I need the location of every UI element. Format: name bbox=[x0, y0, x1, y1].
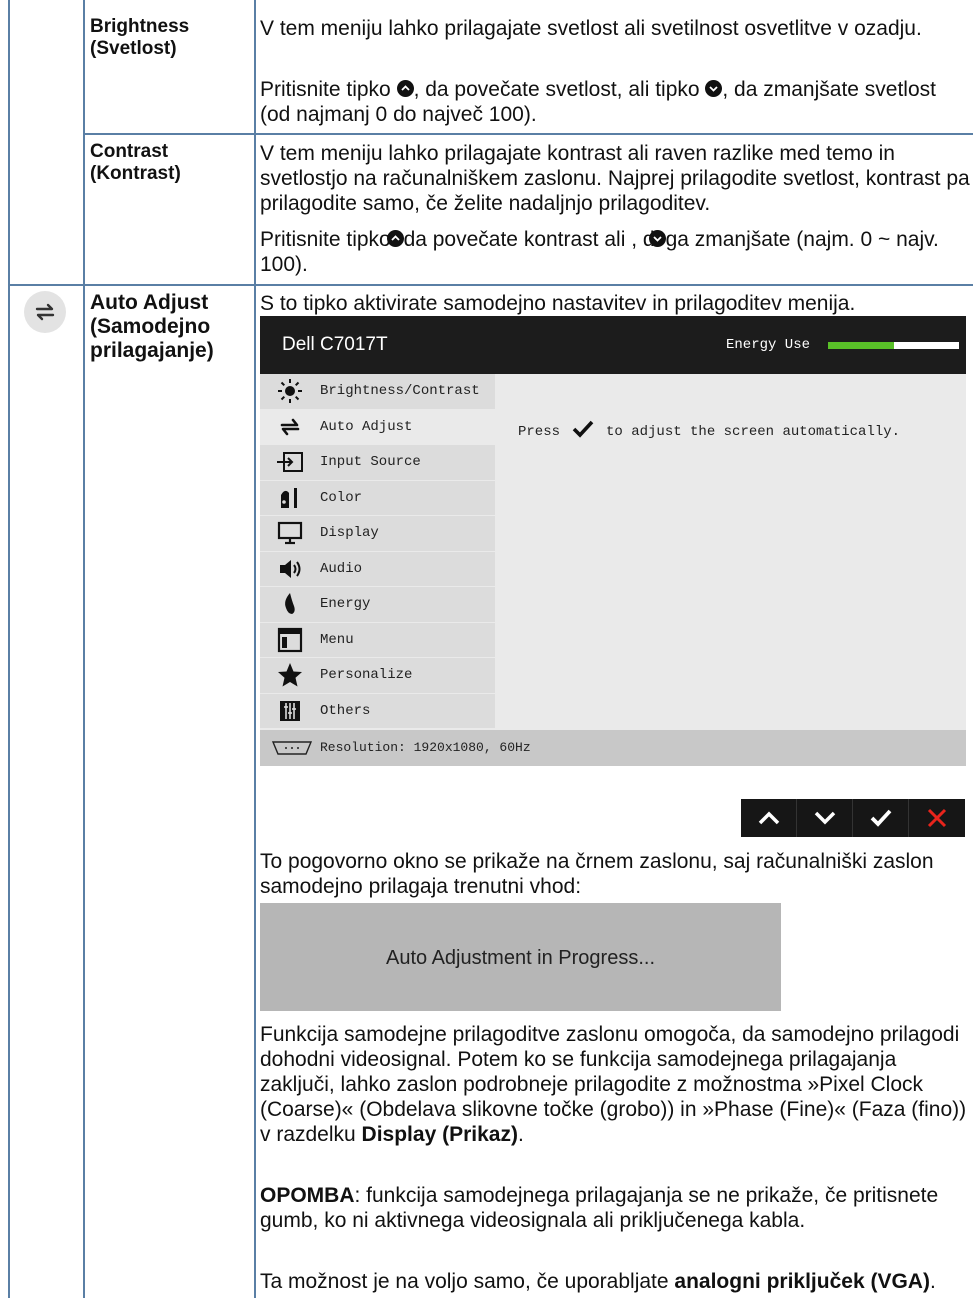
menu-label: Others bbox=[320, 702, 371, 719]
menu-label: Auto Adjust bbox=[320, 418, 413, 435]
auto-adjust-icon bbox=[274, 413, 306, 441]
menu-label: Menu bbox=[320, 631, 354, 648]
table-border-col1 bbox=[83, 0, 85, 1298]
brightness-description: V tem meniju lahko prilagajate svetlost … bbox=[260, 17, 922, 40]
others-icon bbox=[274, 697, 306, 725]
osd-menu-item-color[interactable]: Color bbox=[260, 480, 495, 515]
osd-header: Dell C7017T Energy Use bbox=[260, 316, 966, 374]
menu-label: Display bbox=[320, 525, 379, 541]
osd-menu-item-display[interactable]: Display bbox=[260, 516, 495, 551]
osd-menu-item-energy[interactable]: Energy bbox=[260, 587, 495, 622]
energy-use-label: Energy Use bbox=[726, 337, 811, 353]
table-border-left bbox=[8, 0, 10, 1298]
auto-adjust-function-description: Funkcija samodejne prilagoditve zaslonu … bbox=[260, 1023, 967, 1146]
menu-label: Audio bbox=[320, 560, 363, 577]
energy-icon bbox=[274, 590, 306, 618]
auto-adjust-icon bbox=[24, 291, 66, 333]
energy-use-bar bbox=[828, 342, 959, 349]
brightness-icon bbox=[274, 377, 306, 405]
osd-menu-item-input-source[interactable]: Input Source bbox=[260, 445, 495, 480]
display-icon bbox=[274, 519, 306, 547]
menu-label: Color bbox=[320, 489, 363, 506]
personalize-icon bbox=[274, 661, 306, 689]
brightness-instructions: Pritisnite tipko , da povečate svetlost,… bbox=[260, 78, 936, 126]
auto-adjust-note: OPOMBA: funkcija samodejnega prilagajanj… bbox=[260, 1184, 939, 1232]
progress-message: Auto Adjustment in Progress... bbox=[385, 947, 656, 969]
color-icon bbox=[274, 484, 306, 512]
menu-label: Input Source bbox=[320, 454, 421, 470]
auto-adjust-dialog-info: To pogovorno okno se prikaže na črnem za… bbox=[260, 850, 934, 898]
menu-label: Energy bbox=[320, 596, 371, 612]
up-icon[interactable] bbox=[741, 799, 797, 837]
osd-menu-item-others[interactable]: Others bbox=[260, 693, 495, 728]
osd-body: Brightness/Contrast Auto Adjust Input So… bbox=[260, 374, 966, 730]
table-border-col2 bbox=[254, 0, 256, 1298]
osd-model-name: Dell C7017T bbox=[282, 334, 388, 355]
osd-screenshot: Dell C7017T Energy Use Brightness/Contra… bbox=[260, 316, 966, 766]
energy-use-fill bbox=[828, 342, 894, 349]
osd-menu-item-audio[interactable]: Audio bbox=[260, 551, 495, 586]
osd-resolution: Resolution: 1920x1080, 60Hz bbox=[320, 740, 531, 755]
down-button-icon bbox=[648, 230, 666, 247]
term-auto-adjust: Auto Adjust (Samodejno prilagajanje) bbox=[90, 291, 214, 362]
audio-icon bbox=[274, 555, 306, 583]
term-brightness: Brightness (Svetlost) bbox=[90, 16, 190, 59]
osd-menu-item-personalize[interactable]: Personalize bbox=[260, 658, 495, 693]
menu-icon bbox=[274, 626, 306, 654]
osd-menu-item-menu[interactable]: Menu bbox=[260, 622, 495, 657]
check-icon[interactable] bbox=[853, 799, 909, 837]
auto-adjust-progress-dialog: Auto Adjustment in Progress... bbox=[260, 903, 781, 1011]
down-button-icon bbox=[705, 80, 723, 97]
osd-menu-item-brightness-contrast[interactable]: Brightness/Contrast bbox=[260, 374, 495, 409]
vga-availability: Ta možnost je na voljo samo, če uporablj… bbox=[260, 1270, 936, 1293]
close-icon[interactable] bbox=[909, 799, 965, 837]
auto-adjust-intro: S to tipko aktivirate samodejno nastavit… bbox=[260, 292, 856, 315]
down-icon[interactable] bbox=[797, 799, 853, 837]
row-divider-1 bbox=[83, 133, 973, 135]
menu-label: Brightness/Contrast bbox=[320, 383, 480, 399]
contrast-description: V tem meniju lahko prilagajate kontrast … bbox=[260, 142, 970, 215]
up-button-icon bbox=[396, 80, 414, 97]
osd-auto-adjust-message: Press to adjust the screen automatically. bbox=[518, 420, 900, 443]
menu-label: Personalize bbox=[320, 667, 413, 683]
vga-connector-icon bbox=[270, 738, 314, 763]
term-contrast: Contrast (Kontrast) bbox=[90, 141, 181, 184]
osd-menu-item-auto-adjust[interactable]: Auto Adjust bbox=[260, 409, 495, 444]
contrast-instructions: Pritisnite tipko da povečate kontrast al… bbox=[260, 228, 939, 276]
osd-footer: Resolution: 1920x1080, 60Hz bbox=[260, 730, 966, 766]
check-icon bbox=[572, 420, 594, 443]
row-divider-2 bbox=[8, 284, 973, 286]
osd-nav-buttons bbox=[741, 799, 965, 837]
up-button-icon bbox=[386, 230, 404, 247]
input-source-icon bbox=[274, 448, 306, 476]
